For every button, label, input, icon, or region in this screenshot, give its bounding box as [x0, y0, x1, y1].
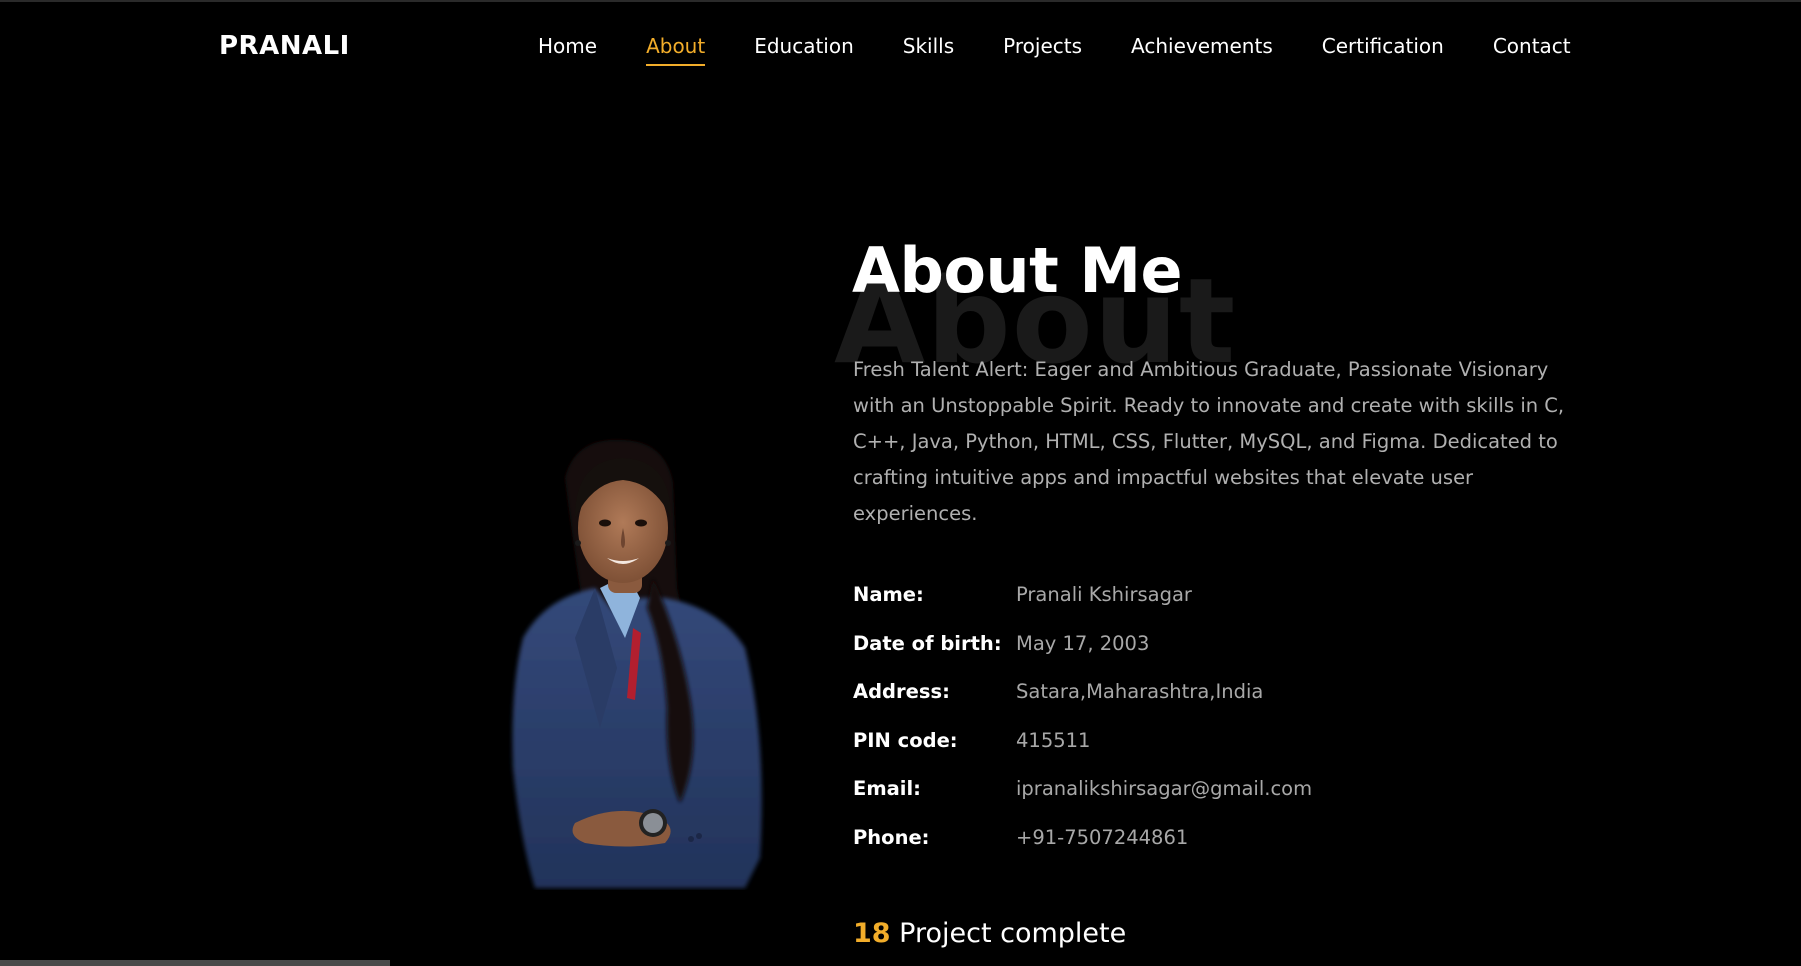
profile-photo: [505, 438, 775, 890]
project-counter: 18 Project complete: [853, 918, 1126, 949]
info-row-pin: PIN code: 415511: [853, 729, 1312, 778]
nav-item-about[interactable]: About: [646, 34, 706, 66]
section-title: About Me: [852, 234, 1183, 307]
info-label: Date of birth:: [853, 631, 1002, 655]
info-row-name: Name: Pranali Kshirsagar: [853, 583, 1312, 632]
info-value: 415511: [1016, 728, 1091, 752]
phone-link[interactable]: +91-7507244861: [1016, 826, 1188, 849]
info-row-dob: Date of birth: May 17, 2003: [853, 632, 1312, 681]
info-label: Phone:: [853, 825, 930, 849]
nav-item-projects[interactable]: Projects: [1003, 34, 1082, 66]
nav-item-education[interactable]: Education: [754, 34, 854, 66]
main-nav: Home About Education Skills Projects Ach…: [538, 34, 1620, 66]
info-row-address: Address: Satara,Maharashtra,India: [853, 680, 1312, 729]
nav-item-certification[interactable]: Certification: [1322, 34, 1444, 66]
counter-number: 18: [853, 918, 891, 949]
info-row-phone: Phone: +91-7507244861: [853, 826, 1312, 875]
info-label: PIN code:: [853, 728, 958, 752]
brand-logo[interactable]: PRANALI: [219, 31, 350, 61]
person-portrait-icon: [512, 439, 762, 888]
counter-label: Project complete: [899, 918, 1127, 949]
nav-item-skills[interactable]: Skills: [903, 34, 954, 66]
nav-item-contact[interactable]: Contact: [1493, 34, 1571, 66]
info-label: Address:: [853, 680, 950, 704]
about-description: Fresh Talent Alert: Eager and Ambitious …: [853, 358, 1565, 525]
info-label: Email:: [853, 777, 921, 801]
nav-item-achievements[interactable]: Achievements: [1131, 34, 1273, 66]
info-value: Pranali Kshirsagar: [1016, 583, 1192, 606]
scroll-progress-bar: [0, 960, 390, 966]
info-value: Satara,Maharashtra,India: [1016, 680, 1264, 704]
navbar: PRANALI Home About Education Skills Proj…: [0, 0, 1801, 95]
email-link[interactable]: ipranalikshirsagar@gmail.com: [1016, 777, 1312, 800]
nav-item-home[interactable]: Home: [538, 34, 597, 66]
info-row-email: Email: ipranalikshirsagar@gmail.com: [853, 777, 1312, 826]
info-value: May 17, 2003: [1016, 631, 1150, 655]
info-label: Name:: [853, 583, 924, 606]
personal-info-list: Name: Pranali Kshirsagar Date of birth: …: [853, 583, 1312, 875]
